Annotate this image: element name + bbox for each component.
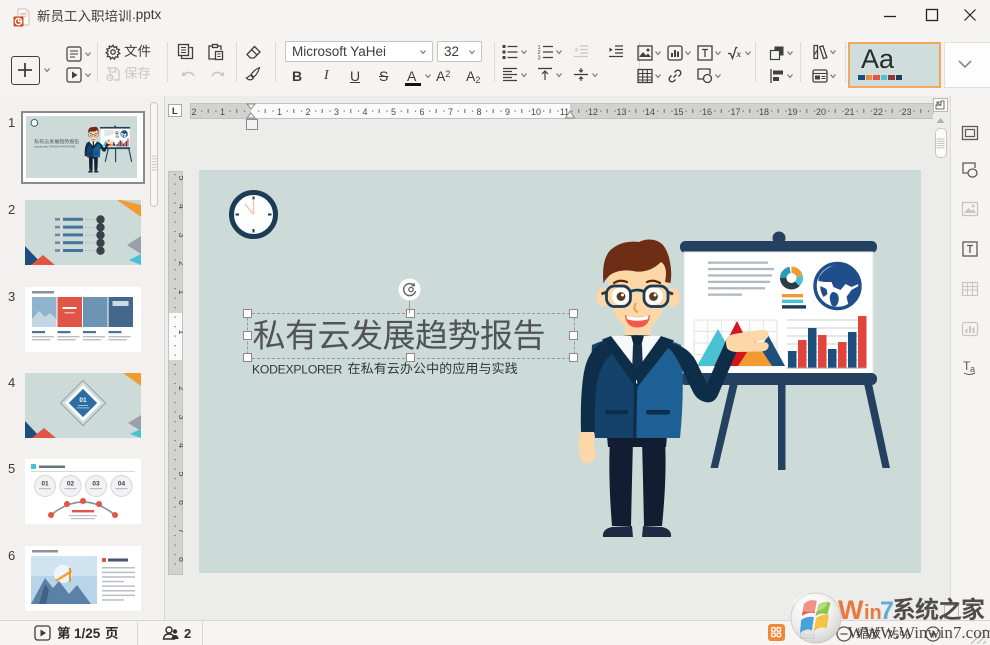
svg-text:7: 7 [177, 528, 183, 533]
svg-text:5: 5 [391, 107, 396, 117]
svg-text:19: 19 [787, 107, 797, 117]
svg-text:4: 4 [177, 443, 183, 448]
svg-text:6: 6 [419, 107, 424, 117]
svg-text:17: 17 [730, 107, 740, 117]
svg-text:3: 3 [334, 107, 339, 117]
svg-text:7: 7 [448, 107, 453, 117]
svg-text:4: 4 [362, 107, 367, 117]
svg-text:03: 03 [92, 481, 100, 488]
svg-text:KODEXPLORER: KODEXPLORER [252, 363, 342, 377]
svg-text:18: 18 [759, 107, 769, 117]
svg-text:1: 1 [220, 107, 225, 117]
svg-text:2: 2 [191, 107, 196, 117]
svg-text:01: 01 [79, 397, 87, 404]
svg-text:8: 8 [476, 107, 481, 117]
svg-text:04: 04 [117, 481, 125, 488]
svg-text:a: a [970, 364, 975, 374]
svg-text:2: 2 [177, 386, 183, 391]
svg-text:WWW.Winwin7.com: WWW.Winwin7.com [848, 623, 990, 642]
svg-text:2: 2 [305, 107, 310, 117]
svg-text:1: 1 [277, 107, 282, 117]
svg-text:10: 10 [531, 107, 541, 117]
svg-text:13: 13 [616, 107, 626, 117]
svg-text:15: 15 [673, 107, 683, 117]
svg-text:9: 9 [505, 107, 510, 117]
svg-text:4: 4 [177, 204, 183, 209]
svg-text:3: 3 [177, 414, 183, 419]
svg-text:21: 21 [844, 107, 854, 117]
svg-text:16: 16 [702, 107, 712, 117]
svg-text:1: 1 [177, 289, 183, 294]
svg-text:7: 7 [880, 597, 894, 625]
svg-text:01: 01 [41, 481, 49, 488]
svg-text:02: 02 [66, 481, 74, 488]
svg-text:W: W [838, 595, 864, 625]
svg-text:5: 5 [177, 175, 183, 180]
svg-text:1: 1 [177, 329, 183, 334]
svg-text:20: 20 [816, 107, 826, 117]
svg-text:3: 3 [177, 232, 183, 237]
svg-text:8: 8 [177, 557, 183, 562]
svg-text:3: 3 [538, 56, 541, 60]
svg-text:x: x [736, 49, 742, 59]
svg-text:14: 14 [645, 107, 655, 117]
svg-text:12: 12 [588, 107, 598, 117]
svg-text:23: 23 [901, 107, 911, 117]
svg-text:22: 22 [873, 107, 883, 117]
svg-text:6: 6 [177, 500, 183, 505]
svg-text:5: 5 [177, 471, 183, 476]
svg-text:2: 2 [177, 261, 183, 266]
